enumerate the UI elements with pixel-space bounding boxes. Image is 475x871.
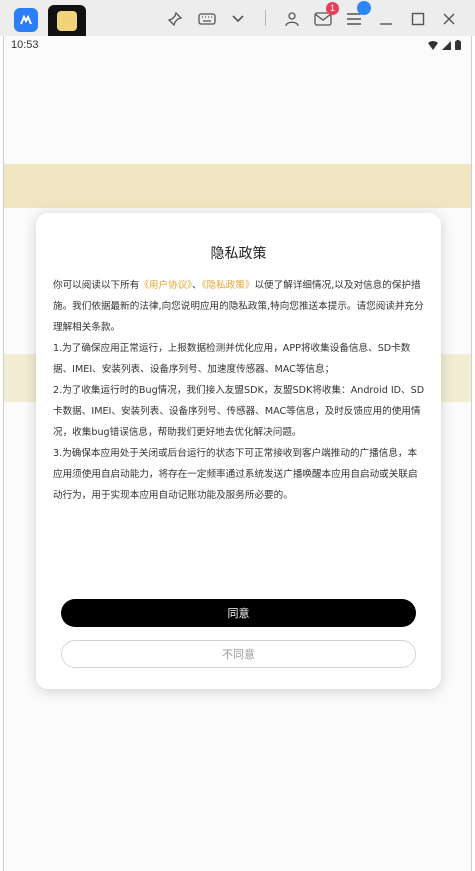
user-icon[interactable]: [283, 8, 301, 30]
battery-icon: [455, 40, 461, 50]
toolbar-divider: [265, 10, 266, 26]
notification-badge: 1: [326, 2, 339, 15]
app-logo-icon[interactable]: [14, 8, 38, 32]
user-agreement-link[interactable]: 《用户协议》: [139, 280, 192, 291]
clause-2: 2.为了收集运行时的Bug情况，我们接入友盟SDK，友盟SDK将收集：Andro…: [53, 385, 425, 438]
signal-icon: [442, 40, 451, 50]
intro-text: 你可以阅读以下所有: [53, 280, 140, 291]
disagree-button[interactable]: 不同意: [61, 640, 416, 668]
menu-icon[interactable]: [345, 1, 371, 30]
privacy-policy-link[interactable]: 《隐私政策》: [202, 280, 255, 291]
device-screen: 10:53 隐私政策 你可以阅读以下所有《用户协议》、《隐私政策》以便了解详细情…: [3, 36, 472, 871]
privacy-policy-dialog: 隐私政策 你可以阅读以下所有《用户协议》、《隐私政策》以便了解详细情况,以及对信…: [36, 213, 441, 689]
emulator-titlebar: 1: [0, 0, 475, 36]
pin-icon[interactable]: [165, 8, 185, 30]
clause-3: 3.为确保本应用处于关闭或后台运行的状态下可正常接收到客户端推动的广播信息，本应…: [53, 448, 418, 501]
intro-paragraph: 你可以阅读以下所有《用户协议》、《隐私政策》以便了解详细情况,以及对信息的保护措…: [53, 275, 425, 338]
status-bar: 10:53: [4, 36, 471, 56]
minimize-icon[interactable]: [378, 8, 394, 30]
mail-icon[interactable]: 1: [313, 2, 339, 30]
link-separator: 、: [192, 280, 202, 291]
status-time: 10:53: [11, 39, 39, 51]
clause-1: 1.为了确保应用正常运行，上报数据检测并优化应用，APP将收集设备信息、SD卡数…: [53, 343, 411, 375]
maximize-icon[interactable]: [410, 8, 426, 30]
device-tab[interactable]: [48, 5, 86, 36]
dialog-body: 你可以阅读以下所有《用户协议》、《隐私政策》以便了解详细情况,以及对信息的保护措…: [53, 275, 425, 506]
agree-button[interactable]: 同意: [61, 599, 416, 627]
close-icon[interactable]: [441, 8, 457, 30]
keyboard-icon[interactable]: [196, 8, 218, 30]
device-thumbnail-icon: [57, 10, 77, 31]
dialog-title: 隐私政策: [210, 246, 267, 262]
chevron-down-icon[interactable]: [230, 8, 246, 30]
wifi-icon: [428, 40, 438, 50]
upload-icon: [357, 1, 371, 15]
